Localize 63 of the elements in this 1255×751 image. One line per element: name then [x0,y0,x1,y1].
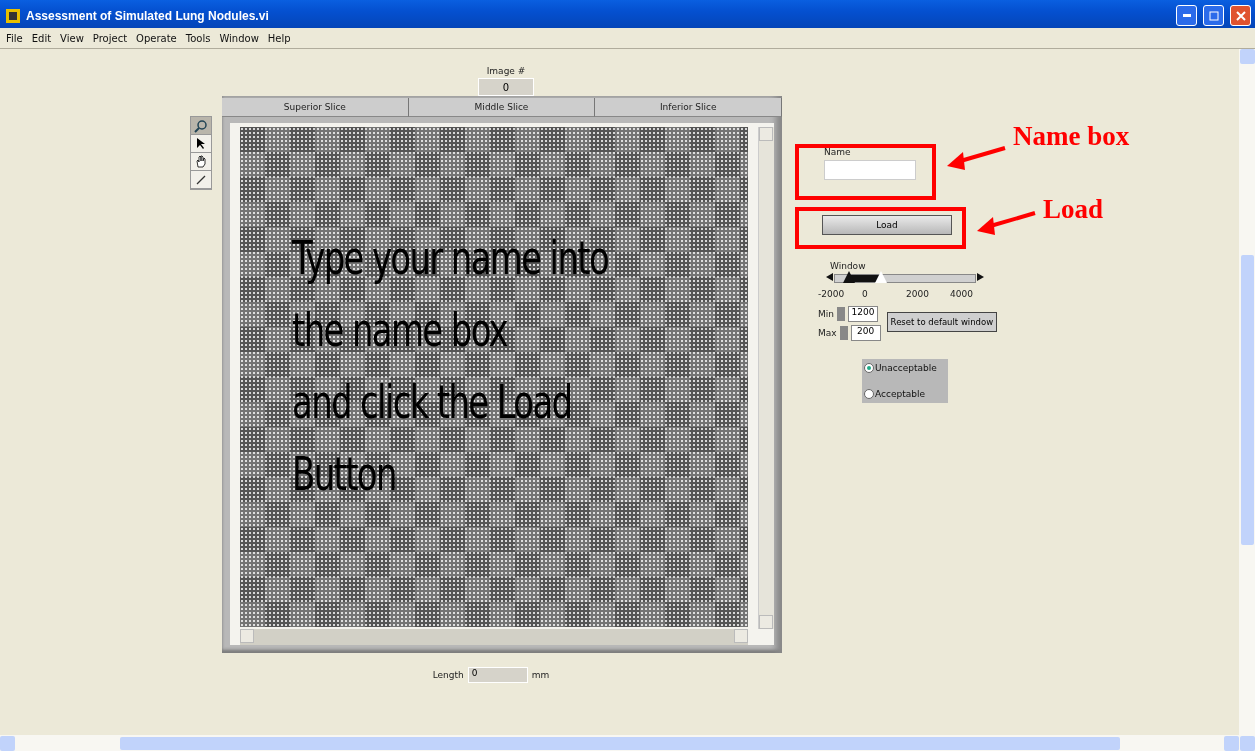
rating-option[interactable]: Acceptable [864,389,946,399]
close-icon [1235,10,1246,21]
minimize-icon [1182,14,1191,17]
right-arrow-icon[interactable] [977,273,984,281]
line-icon [195,173,207,186]
name-label: Name [824,147,852,157]
min-field[interactable]: 1200 [848,306,878,322]
instruction-text: Button [292,446,396,503]
instruction-text: Type your name into [292,230,609,287]
tick-label: 0 [862,289,869,299]
image-horizontal-scrollbar[interactable] [240,629,748,645]
length-field: 0 [467,667,528,683]
menu-item[interactable]: Edit [31,32,52,44]
hand-tool[interactable] [191,153,211,171]
magnifier-icon [194,118,208,133]
tick-label: 2000 [906,289,930,299]
rating-option[interactable]: Unacceptable [864,363,946,373]
zoom-tool[interactable] [191,117,211,135]
tick-label: -2000 [818,289,846,299]
image-vertical-scrollbar[interactable] [758,127,774,629]
max-field[interactable]: 200 [850,325,881,341]
slice-header: Middle Slice [408,98,596,117]
pointer-icon [196,137,206,150]
maximize-icon [1208,10,1219,21]
menu-item[interactable]: Tools [185,32,211,44]
slice-header: Inferior Slice [595,98,782,117]
menu-item[interactable]: Project [92,32,128,44]
menu-item[interactable]: File [6,32,23,44]
callout-label: Name box [1013,121,1130,152]
maximize-button[interactable] [1203,5,1224,26]
slice-header: Superior Slice [222,98,409,117]
slider-thumb[interactable] [843,271,855,283]
name-field[interactable] [824,160,916,180]
load-button[interactable]: Load [822,215,952,235]
menu-item[interactable]: Window [219,32,259,44]
window-title: Assessment of Simulated Lung Nodules.vi [26,8,270,23]
hand-icon [195,155,207,168]
min-label: Min [818,309,834,319]
image-number-field: 0 [478,78,534,96]
menu-item[interactable]: Help [267,32,291,44]
spin-icon[interactable] [839,326,848,340]
window-label: Window [830,261,867,271]
instruction-text: the name box [292,302,508,359]
radio-icon[interactable] [864,389,874,399]
tick-label: 4000 [950,289,974,299]
reset-window-button[interactable]: Reset to default window [886,312,998,332]
menu-item[interactable]: Operate [136,32,177,44]
pencil-tool[interactable] [191,171,211,189]
max-label: Max [818,328,837,338]
image-number-label: Image # [486,66,526,76]
left-arrow-icon[interactable] [826,273,833,281]
radio-icon[interactable] [864,363,874,373]
close-button[interactable] [1230,5,1251,26]
menu-item[interactable]: View [60,32,84,44]
callout-label: Load [1043,194,1104,225]
minimize-button[interactable] [1176,5,1197,26]
vertical-scrollbar[interactable] [1239,49,1255,751]
instruction-text: and click the Load [292,374,572,431]
length-unit: mm [531,670,550,680]
length-label: Length [432,670,464,680]
app-icon [6,8,20,23]
pointer-tool[interactable] [191,135,211,153]
horizontal-scrollbar[interactable] [0,735,1239,751]
